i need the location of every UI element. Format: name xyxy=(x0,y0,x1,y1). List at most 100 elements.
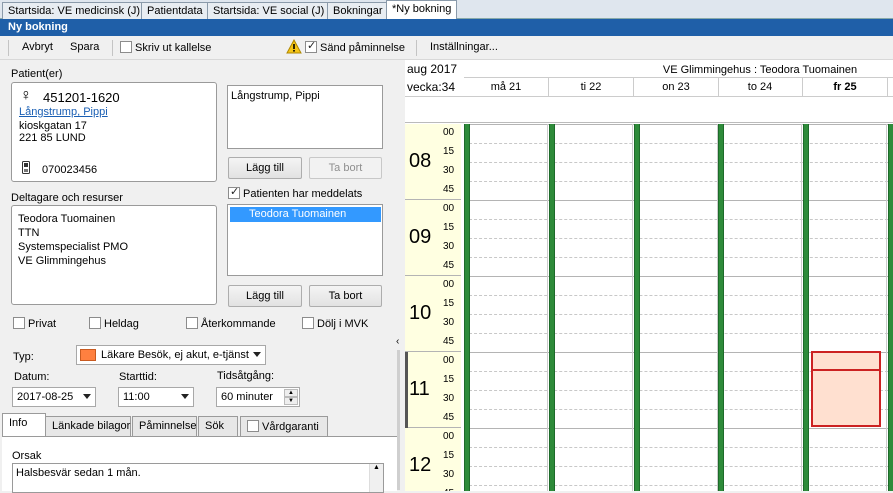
type-select[interactable]: Läkare Besök, ej akut, e-tjänst xyxy=(76,345,266,365)
list-item: Systemspecialist PMO xyxy=(18,241,129,253)
settings-button[interactable]: Inställningar... xyxy=(430,41,498,53)
chevron-down-icon xyxy=(181,394,189,399)
availability-stripe xyxy=(549,124,555,491)
day-header[interactable]: ti 22 xyxy=(549,78,634,96)
recurring-label: Återkommande xyxy=(201,318,276,330)
patient-list[interactable]: Långstrump, Pippi xyxy=(227,85,383,149)
start-time-select[interactable]: 11:00 xyxy=(118,387,194,407)
day-column[interactable] xyxy=(641,124,718,491)
minute-label: 45 xyxy=(443,184,455,195)
availability-stripe xyxy=(464,124,470,491)
toolbar-separator xyxy=(416,40,417,56)
duration-stepper[interactable]: 60 minuter ▲ ▼ xyxy=(216,387,300,407)
participants-list[interactable]: Teodora Tuomainen TTN Systemspecialist P… xyxy=(11,205,217,305)
stepper-up-icon[interactable]: ▲ xyxy=(284,389,298,397)
minute-label: 15 xyxy=(443,222,455,233)
patient-name-link[interactable]: Långstrump, Pippi xyxy=(19,106,108,118)
checkbox-box xyxy=(247,420,259,432)
day-column[interactable] xyxy=(725,124,802,491)
tab-ny-bokning[interactable]: *Ny bokning xyxy=(386,0,458,19)
date-value: 2017-08-25 xyxy=(17,391,74,403)
list-item[interactable]: Långstrump, Pippi xyxy=(231,90,320,102)
phone-icon xyxy=(22,161,30,177)
add-participant-button[interactable]: Lägg till xyxy=(228,285,302,307)
start-time-value: 11:00 xyxy=(123,391,150,403)
tab-label: *Ny bokning xyxy=(392,3,452,15)
minute-label: 00 xyxy=(443,355,455,366)
list-item-selected[interactable]: Teodora Tuomainen xyxy=(230,207,381,222)
reason-text: Halsbesvär sedan 1 mån. xyxy=(16,467,141,479)
reason-label: Orsak xyxy=(12,450,42,462)
full-day-checkbox[interactable]: Heldag xyxy=(89,317,139,330)
stepper-down-icon[interactable]: ▼ xyxy=(284,397,298,405)
availability-stripe xyxy=(803,124,809,491)
day-column[interactable] xyxy=(556,124,633,491)
print-notice-checkbox[interactable]: Skriv ut kallelse xyxy=(120,41,211,54)
patient-informed-checkbox[interactable]: Patienten har meddelats xyxy=(228,185,363,200)
tab-care-guarantee[interactable]: Vårdgaranti xyxy=(240,416,328,436)
day-header[interactable]: on 23 xyxy=(634,78,719,96)
tab-patientdata[interactable]: Patientdata xyxy=(141,2,209,19)
day-header[interactable]: må 21 xyxy=(464,78,549,96)
remove-patient-button[interactable]: Ta bort xyxy=(309,157,382,179)
day-column[interactable] xyxy=(810,124,887,491)
chevron-down-icon xyxy=(83,394,91,399)
info-panel: Orsak Halsbesvär sedan 1 mån. ▲ xyxy=(2,436,397,493)
hour-label: 08 xyxy=(409,150,432,172)
checkbox-box xyxy=(89,317,101,329)
hour-label: 12 xyxy=(409,454,432,476)
type-value: Läkare Besök, ej akut, e-tjänst xyxy=(101,349,249,361)
save-button[interactable]: Spara xyxy=(70,41,99,53)
minute-label: 30 xyxy=(443,241,455,252)
hour-label: 09 xyxy=(409,226,432,248)
patient-id: 451201-1620 xyxy=(43,90,120,105)
splitter-handle[interactable] xyxy=(397,350,400,490)
send-reminder-checkbox[interactable]: Sänd påminnelse xyxy=(305,39,405,54)
date-picker[interactable]: 2017-08-25 xyxy=(12,387,96,407)
private-label: Privat xyxy=(28,318,57,330)
minute-label: 15 xyxy=(443,146,455,157)
all-day-row[interactable] xyxy=(405,97,893,123)
hide-mvk-label: Dölj i MVK xyxy=(317,318,369,330)
hide-mvk-checkbox[interactable]: Dölj i MVK xyxy=(302,317,368,330)
patient-section-label: Patient(er) xyxy=(11,68,63,80)
staff-list[interactable]: Teodora Tuomainen xyxy=(227,204,383,276)
day-header[interactable]: fr 25 xyxy=(803,78,888,96)
day-column[interactable] xyxy=(471,124,548,491)
private-checkbox[interactable]: Privat xyxy=(13,317,56,330)
hour-cell: 11 00 15 30 45 xyxy=(405,352,461,428)
checkbox-box xyxy=(120,41,132,53)
participants-section-label: Deltagare och resurser xyxy=(11,192,123,204)
window-title: Ny bokning xyxy=(0,19,893,36)
patient-informed-label: Patienten har meddelats xyxy=(243,188,363,200)
minute-label: 00 xyxy=(443,127,455,138)
patient-street: kioskgatan 17 xyxy=(19,120,87,132)
day-header[interactable]: to 24 xyxy=(718,78,803,96)
minute-label: 30 xyxy=(443,165,455,176)
tab-startsida-social[interactable]: Startsida: VE social (J) xyxy=(207,2,331,19)
cancel-button[interactable]: Avbryt xyxy=(22,41,53,53)
tab-startsida-medicinsk[interactable]: Startsida: VE medicinsk (J) xyxy=(2,2,147,19)
recurring-checkbox[interactable]: Återkommande xyxy=(186,317,276,330)
reason-textarea[interactable]: Halsbesvär sedan 1 mån. ▲ xyxy=(12,463,384,493)
add-patient-button[interactable]: Lägg till xyxy=(228,157,302,179)
duration-label: Tidsåtgång: xyxy=(217,370,275,382)
type-label: Typ: xyxy=(13,351,34,363)
calendar-view: aug 2017 vecka:34 VE Glimmingehus : Teod… xyxy=(405,60,893,491)
tab-linked-attachments[interactable]: Länkade bilagor xyxy=(45,416,131,436)
splitter-collapse-icon[interactable]: ‹ xyxy=(396,336,399,347)
toolbar-separator xyxy=(112,40,113,56)
tab-info[interactable]: Info xyxy=(2,413,46,436)
new-booking-block[interactable] xyxy=(811,351,881,427)
hour-cell: 1200153045 xyxy=(405,428,461,491)
calendar-month: aug 2017 xyxy=(407,62,458,76)
tab-label: Bokningar xyxy=(333,5,383,17)
tab-bokningar[interactable]: Bokningar xyxy=(327,2,389,19)
availability-stripe xyxy=(634,124,640,491)
minute-label: 30 xyxy=(443,393,455,404)
tab-reminder[interactable]: Påminnelse xyxy=(132,416,197,436)
remove-participant-button[interactable]: Ta bort xyxy=(309,285,382,307)
tab-search[interactable]: Sök xyxy=(198,416,238,436)
scrollbar[interactable]: ▲ xyxy=(369,464,383,492)
date-label: Datum: xyxy=(14,371,50,383)
